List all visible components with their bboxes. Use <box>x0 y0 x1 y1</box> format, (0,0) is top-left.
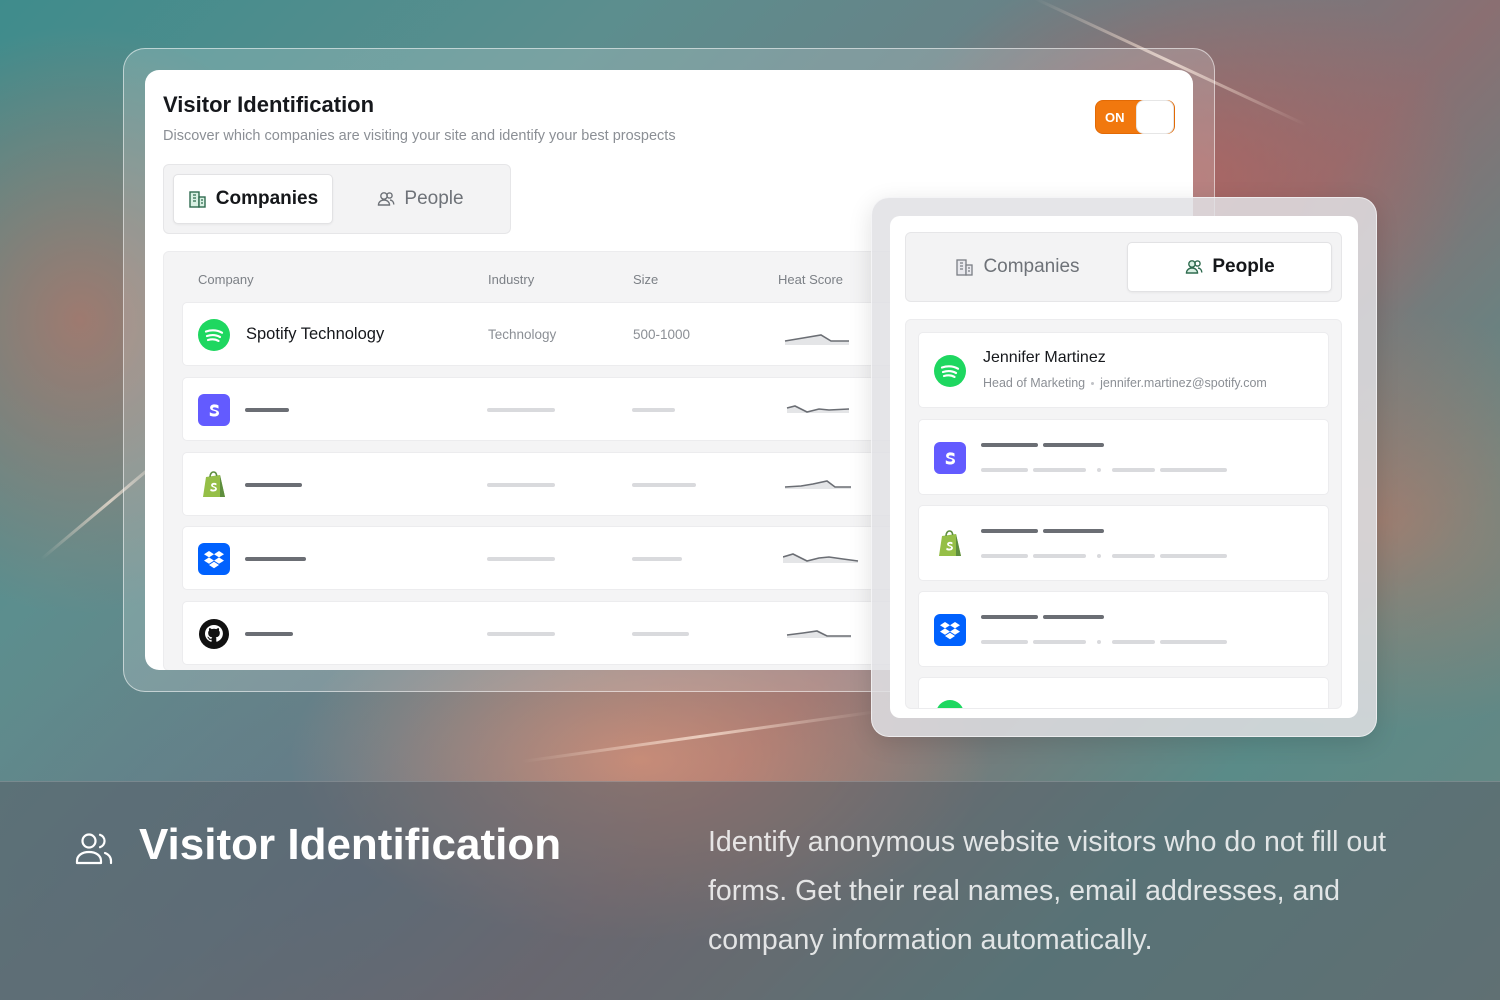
heat-score-sparkline <box>783 553 859 563</box>
name-placeholder <box>245 632 293 636</box>
tab-companies[interactable]: Companies <box>173 174 333 224</box>
visitor-identification-toggle[interactable]: ON <box>1095 100 1175 134</box>
background-streak <box>521 709 879 764</box>
separator-dot <box>1097 554 1101 558</box>
person-name: Jennifer Martinez <box>983 349 1106 366</box>
stripe-logo <box>934 442 966 474</box>
tab-people[interactable]: People <box>1127 242 1332 292</box>
tab-companies-label: Companies <box>983 256 1080 277</box>
building-icon <box>189 191 206 208</box>
users-icon <box>378 192 395 206</box>
email-placeholder <box>1112 468 1155 472</box>
name-placeholder <box>981 443 1038 447</box>
side-view-tabs: Companies People <box>905 232 1342 302</box>
list-item[interactable] <box>918 677 1329 708</box>
column-header-size: Size <box>633 272 659 287</box>
name-placeholder <box>1043 615 1104 619</box>
name-placeholder <box>245 408 289 412</box>
dropbox-logo <box>198 543 230 575</box>
github-logo <box>199 619 229 649</box>
heat-score-sparkline <box>784 480 851 489</box>
size-placeholder <box>632 483 696 487</box>
column-header-heat-score: Heat Score <box>778 272 844 287</box>
toggle-knob <box>1136 100 1174 134</box>
role-placeholder <box>1033 554 1086 558</box>
industry-placeholder <box>487 632 555 636</box>
stripe-logo <box>198 394 230 426</box>
spotify-logo <box>934 355 966 387</box>
people-panel: Companies People Jennifer Martinez Head … <box>890 216 1358 718</box>
tab-companies[interactable]: Companies <box>915 242 1120 292</box>
size-placeholder <box>632 408 675 412</box>
shopify-logo <box>203 471 225 497</box>
email-placeholder <box>1160 468 1227 472</box>
size-placeholder <box>632 632 689 636</box>
role-placeholder <box>981 468 1028 472</box>
heat-score-sparkline <box>786 630 851 638</box>
company-size: 500-1000 <box>633 327 691 342</box>
list-item[interactable] <box>918 505 1329 581</box>
spotify-logo <box>936 700 964 708</box>
email-placeholder <box>1112 554 1155 558</box>
name-placeholder <box>245 483 302 487</box>
feature-title: Visitor Identification <box>139 820 562 869</box>
name-placeholder <box>245 557 306 561</box>
users-icon <box>1186 260 1203 274</box>
list-item[interactable]: Jennifer Martinez Head of Marketing jenn… <box>918 332 1329 408</box>
size-placeholder <box>632 557 682 561</box>
list-item[interactable] <box>918 419 1329 495</box>
heat-score-sparkline <box>784 334 849 345</box>
person-role: Head of Marketing <box>983 376 1086 390</box>
role-placeholder <box>1033 640 1086 644</box>
company-name: Spotify Technology <box>246 325 385 343</box>
list-item[interactable] <box>918 591 1329 667</box>
person-email[interactable]: jennifer.martinez@spotify.com <box>1100 376 1267 390</box>
shopify-logo <box>939 530 961 556</box>
role-placeholder <box>981 554 1028 558</box>
industry-placeholder <box>487 408 555 412</box>
spotify-logo <box>198 319 230 351</box>
role-placeholder <box>981 640 1028 644</box>
toggle-label: ON <box>1105 110 1125 125</box>
column-header-industry: Industry <box>488 272 535 287</box>
people-list: Jennifer Martinez Head of Marketing jenn… <box>905 319 1342 709</box>
tab-companies-label: Companies <box>215 188 319 209</box>
company-industry: Technology <box>488 327 557 342</box>
dropbox-logo <box>934 614 966 646</box>
name-placeholder <box>981 529 1038 533</box>
email-placeholder <box>1160 640 1227 644</box>
industry-placeholder <box>487 483 555 487</box>
page-title: Visitor Identification <box>163 92 375 117</box>
tab-people-label: People <box>1212 256 1275 277</box>
feature-description: Identify anonymous website visitors who … <box>708 826 1387 956</box>
page-subtitle: Discover which companies are visiting yo… <box>163 128 676 144</box>
industry-placeholder <box>487 557 555 561</box>
name-placeholder <box>1043 443 1104 447</box>
name-placeholder <box>981 615 1038 619</box>
separator-dot <box>1097 640 1101 644</box>
users-icon <box>75 833 113 865</box>
column-header-company: Company <box>198 272 254 287</box>
email-placeholder <box>1112 640 1155 644</box>
email-placeholder <box>1160 554 1227 558</box>
role-placeholder <box>1033 468 1086 472</box>
separator-dot <box>1091 381 1095 385</box>
tab-people-label: People <box>404 188 464 209</box>
tab-people[interactable]: People <box>336 174 504 224</box>
building-icon <box>956 259 974 276</box>
name-placeholder <box>1043 529 1104 533</box>
view-tabs: Companies People <box>163 164 511 234</box>
heat-score-sparkline <box>786 405 850 413</box>
separator-dot <box>1097 468 1101 472</box>
person-meta: Head of Marketing jennifer.martinez@spot… <box>983 376 1267 390</box>
